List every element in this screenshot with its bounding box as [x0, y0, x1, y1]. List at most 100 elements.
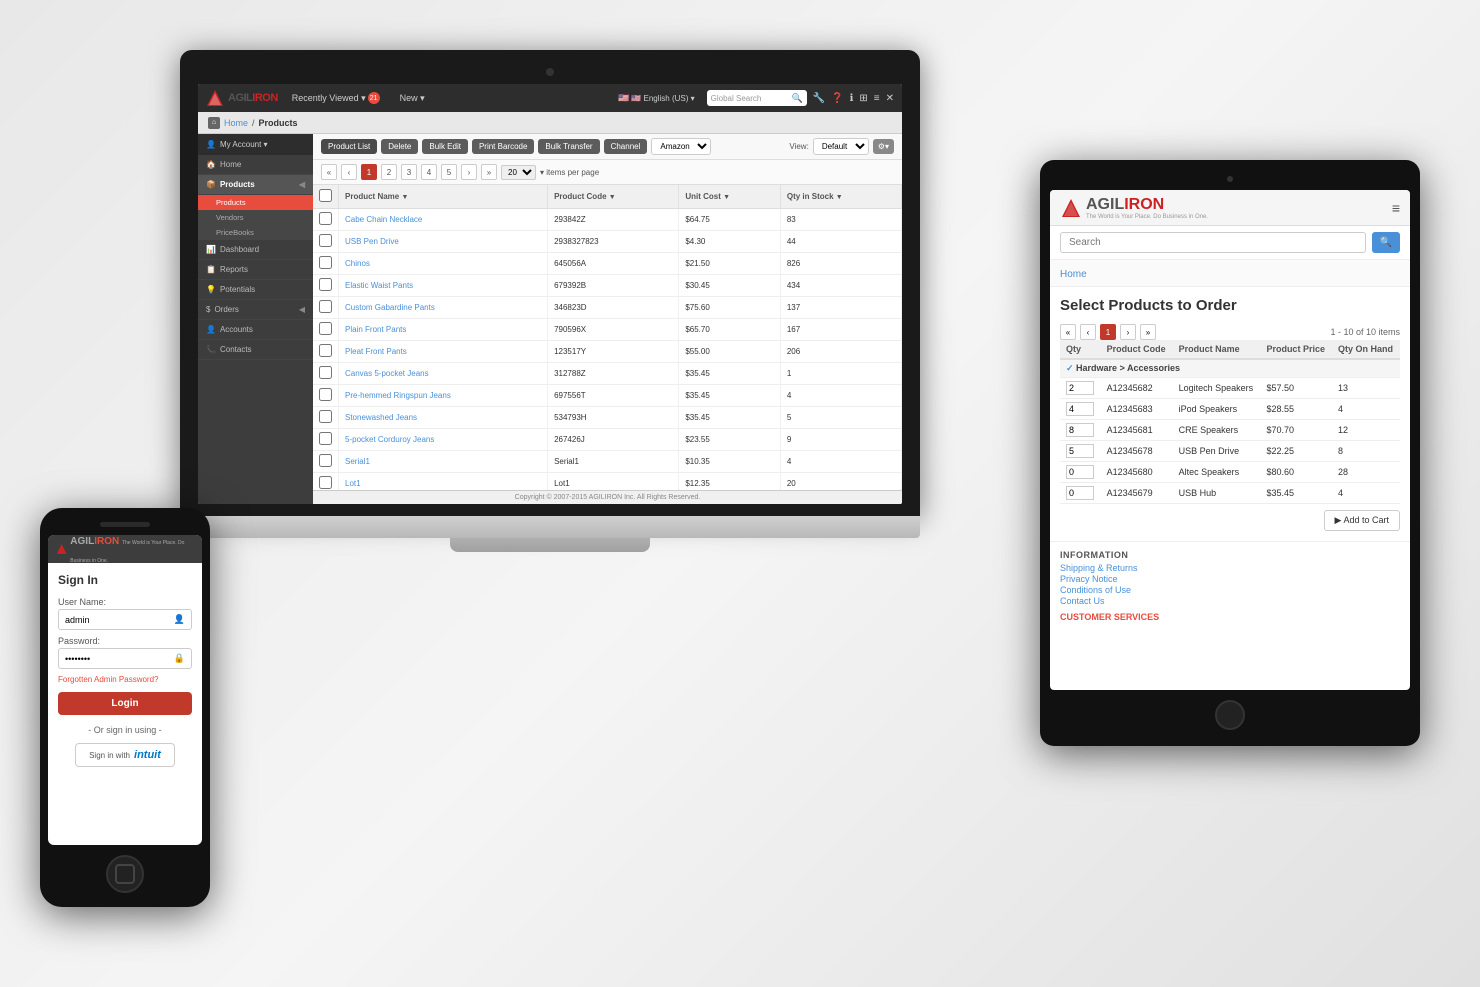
page-4-btn[interactable]: 4 — [421, 164, 437, 180]
qty-input[interactable] — [1066, 381, 1094, 395]
row-checkbox[interactable] — [319, 278, 332, 291]
table-row[interactable]: Serial1 Serial1 $10.35 4 — [313, 451, 902, 473]
row-checkbox[interactable] — [319, 256, 332, 269]
apps-icon[interactable]: ⊞ — [859, 93, 867, 104]
bulk-edit-btn[interactable]: Bulk Edit — [422, 139, 468, 154]
search-icon[interactable]: 🔍 — [791, 93, 802, 104]
row-checkbox[interactable] — [319, 300, 332, 313]
sidebar-item-dashboard[interactable]: 📊 Dashboard — [198, 240, 313, 260]
table-row[interactable]: Chinos 645056A $21.50 826 — [313, 253, 902, 275]
sort-code-icon[interactable]: ▼ — [609, 194, 616, 201]
sidebar-item-contacts[interactable]: 📞 Contacts — [198, 340, 313, 360]
table-row[interactable]: Lot1 Lot1 $12.35 20 — [313, 473, 902, 491]
row-checkbox[interactable] — [319, 322, 332, 335]
select-all-checkbox[interactable] — [319, 189, 332, 202]
tablet-table-row[interactable]: A12345680 Altec Speakers $80.60 28 — [1060, 462, 1400, 483]
tablet-table-row[interactable]: A12345682 Logitech Speakers $57.50 13 — [1060, 378, 1400, 399]
view-select[interactable]: Default — [813, 138, 869, 155]
channel-btn[interactable]: Channel — [604, 139, 648, 154]
table-row[interactable]: Stonewashed Jeans 534793H $35.45 5 — [313, 407, 902, 429]
select-all-header[interactable] — [313, 185, 339, 209]
row-checkbox[interactable] — [319, 454, 332, 467]
qty-cell[interactable] — [1060, 399, 1101, 420]
language-selector[interactable]: 🇺🇸 🇺🇸 English (US) ▾ — [612, 91, 701, 106]
qty-input[interactable] — [1066, 402, 1094, 416]
qty-cell[interactable] — [1060, 441, 1101, 462]
row-checkbox[interactable] — [319, 212, 332, 225]
product-name-link[interactable]: Pre-hemmed Ringspun Jeans — [345, 391, 451, 400]
recently-viewed-nav[interactable]: Recently Viewed ▾ 21 — [286, 90, 386, 106]
qty-input[interactable] — [1066, 423, 1094, 437]
row-checkbox[interactable] — [319, 388, 332, 401]
sort-qty-icon[interactable]: ▼ — [836, 194, 843, 201]
tablet-table-row[interactable]: A12345683 iPod Speakers $28.55 4 — [1060, 399, 1400, 420]
shipping-link[interactable]: Shipping & Returns — [1060, 563, 1400, 573]
tablet-table-row[interactable]: A12345681 CRE Speakers $70.70 12 — [1060, 420, 1400, 441]
forgot-password-link[interactable]: Forgotten Admin Password? — [58, 675, 192, 684]
qty-cell[interactable] — [1060, 378, 1101, 399]
privacy-link[interactable]: Privacy Notice — [1060, 574, 1400, 584]
channel-select[interactable]: Amazon — [651, 138, 711, 155]
row-checkbox[interactable] — [319, 234, 332, 247]
sidebar-sub-pricebooks[interactable]: PriceBooks — [198, 225, 313, 240]
sidebar-user[interactable]: 👤 My Account ▾ — [198, 134, 313, 155]
product-list-btn[interactable]: Product List — [321, 139, 377, 154]
next-page-btn[interactable]: › — [461, 164, 477, 180]
page-2-btn[interactable]: 2 — [381, 164, 397, 180]
delete-btn[interactable]: Delete — [381, 139, 418, 154]
row-checkbox[interactable] — [319, 366, 332, 379]
contact-link[interactable]: Contact Us — [1060, 596, 1400, 606]
breadcrumb-home-link[interactable]: Home — [224, 118, 248, 128]
t-page-1-btn[interactable]: 1 — [1100, 324, 1116, 340]
product-name-link[interactable]: Custom Gabardine Pants — [345, 303, 435, 312]
product-name-link[interactable]: Lot1 — [345, 479, 361, 488]
product-name-link[interactable]: Serial1 — [345, 457, 370, 466]
product-name-link[interactable]: Plain Front Pants — [345, 325, 406, 334]
sidebar-sub-vendors[interactable]: Vendors — [198, 210, 313, 225]
password-input[interactable]: •••••••• 🔒 — [58, 648, 192, 669]
row-checkbox[interactable] — [319, 432, 332, 445]
phone-home-button[interactable] — [106, 855, 144, 893]
sidebar-item-reports[interactable]: 📋 Reports — [198, 260, 313, 280]
items-per-page-select[interactable]: 20 — [501, 165, 536, 180]
qty-cell[interactable] — [1060, 462, 1101, 483]
qty-input[interactable] — [1066, 486, 1094, 500]
help-icon[interactable]: ❓ — [831, 93, 843, 104]
t-last-btn[interactable]: » — [1140, 324, 1156, 340]
sidebar-sub-products[interactable]: Products — [198, 195, 313, 210]
page-1-btn[interactable]: 1 — [361, 164, 377, 180]
tablet-menu-icon[interactable]: ≡ — [1392, 200, 1400, 216]
product-name-link[interactable]: Elastic Waist Pants — [345, 281, 413, 290]
table-row[interactable]: Cabe Chain Necklace 293842Z $64.75 83 — [313, 209, 902, 231]
qty-cell[interactable] — [1060, 483, 1101, 504]
table-row[interactable]: Pleat Front Pants 123517Y $55.00 206 — [313, 341, 902, 363]
page-5-btn[interactable]: 5 — [441, 164, 457, 180]
product-name-link[interactable]: Stonewashed Jeans — [345, 413, 417, 422]
sidebar-item-home[interactable]: 🏠 Home — [198, 155, 313, 175]
sort-cost-icon[interactable]: ▼ — [723, 194, 730, 201]
last-page-btn[interactable]: » — [481, 164, 497, 180]
t-next-btn[interactable]: › — [1120, 324, 1136, 340]
product-name-link[interactable]: Chinos — [345, 259, 370, 268]
conditions-link[interactable]: Conditions of Use — [1060, 585, 1400, 595]
print-barcode-btn[interactable]: Print Barcode — [472, 139, 534, 154]
product-name-link[interactable]: USB Pen Drive — [345, 237, 399, 246]
table-row[interactable]: Custom Gabardine Pants 346823D $75.60 13… — [313, 297, 902, 319]
table-row[interactable]: Canvas 5-pocket Jeans 312788Z $35.45 1 — [313, 363, 902, 385]
sidebar-item-orders[interactable]: $ Orders ◀ — [198, 300, 313, 320]
global-search-box[interactable]: Global Search 🔍 — [707, 90, 807, 106]
tablet-search-button[interactable]: 🔍 — [1372, 232, 1400, 253]
row-checkbox[interactable] — [319, 410, 332, 423]
tools-icon[interactable]: 🔧 — [813, 93, 825, 104]
username-input[interactable]: admin 👤 — [58, 609, 192, 630]
sort-name-icon[interactable]: ▼ — [401, 194, 408, 201]
info-icon[interactable]: ℹ — [850, 93, 854, 104]
product-name-link[interactable]: Pleat Front Pants — [345, 347, 407, 356]
add-to-cart-button[interactable]: ▶ Add to Cart — [1324, 510, 1400, 531]
prev-page-btn[interactable]: ‹ — [341, 164, 357, 180]
sidebar-item-accounts[interactable]: 👤 Accounts — [198, 320, 313, 340]
new-nav[interactable]: New ▾ — [394, 91, 431, 106]
intuit-signin-button[interactable]: Sign in with intuit — [75, 743, 175, 767]
sidebar-item-potentials[interactable]: 💡 Potentials — [198, 280, 313, 300]
first-page-btn[interactable]: « — [321, 164, 337, 180]
